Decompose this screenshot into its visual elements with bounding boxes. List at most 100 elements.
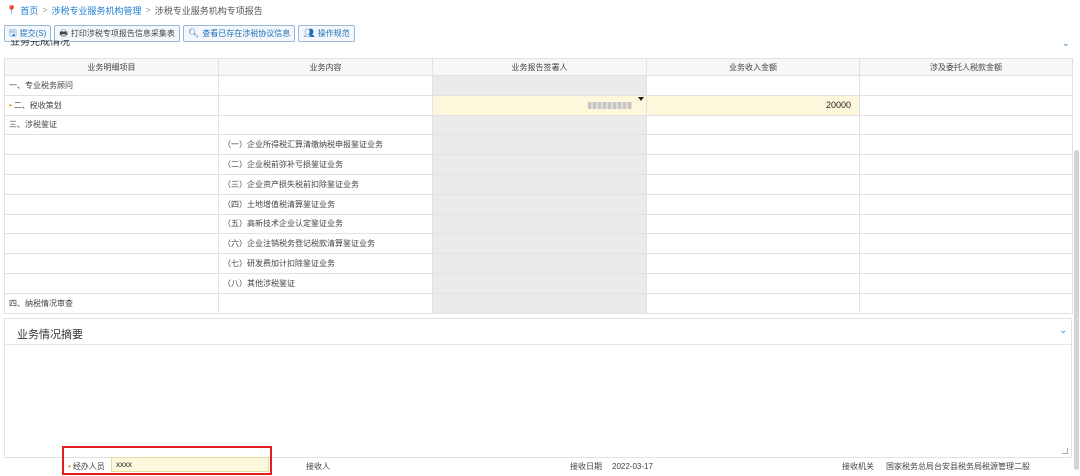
item-cell: 三、涉税鉴证 <box>4 114 219 136</box>
signer-cell <box>432 173 636 195</box>
income-input[interactable]: 20000 <box>646 94 860 116</box>
table-row: （二）企业税前弥补亏损鉴证业务 <box>4 154 1073 175</box>
tax-amount-cell[interactable] <box>859 193 1073 215</box>
receive-org-label: 接收机关 <box>842 461 874 471</box>
content-cell <box>218 75 433 96</box>
income-cell[interactable] <box>646 193 860 215</box>
signer-cell <box>432 134 636 156</box>
tax-amount-cell[interactable] <box>859 114 1073 136</box>
business-summary-panel: 业务情况摘要 ⌄ <box>4 318 1072 458</box>
signer-dropdown-cell <box>635 173 647 195</box>
breadcrumb-level1-link[interactable]: 涉税专业服务机构管理 <box>52 4 142 17</box>
highlight-annotation-box <box>62 446 272 475</box>
income-cell[interactable] <box>646 233 860 255</box>
tax-amount-cell[interactable] <box>859 134 1073 156</box>
column-header: 业务报告签署人 <box>432 58 647 76</box>
income-cell[interactable] <box>646 173 860 195</box>
table-row: 三、涉税鉴证 <box>4 114 1073 136</box>
income-cell[interactable] <box>646 292 860 314</box>
signer-dropdown-cell <box>635 193 647 215</box>
summary-title: 业务情况摘要 <box>17 329 83 341</box>
content-cell: （四）土地增值税清算鉴证业务 <box>218 193 433 215</box>
income-cell[interactable] <box>646 253 860 274</box>
item-cell: 一、专业税务顾问 <box>4 75 219 96</box>
required-marker: • <box>9 100 12 110</box>
signer-cell <box>432 154 636 175</box>
users-icon: 👥︎ <box>303 28 315 38</box>
table-row: （一）企业所得税汇算清缴纳税申报鉴证业务 <box>4 134 1073 156</box>
column-header: 业务明细项目 <box>4 58 219 76</box>
tax-amount-cell[interactable] <box>859 272 1073 294</box>
tax-amount-cell[interactable] <box>859 94 1073 116</box>
content-cell <box>218 114 433 136</box>
table-row: （八）其他涉税鉴证 <box>4 272 1073 294</box>
receive-date-value: 2022-03-17 <box>612 461 653 471</box>
tax-amount-cell[interactable] <box>859 154 1073 175</box>
table-header-row: 业务明细项目 业务内容 业务报告签署人 业务收入金额 涉及委托人税款金额 <box>4 58 1073 76</box>
signer-dropdown-cell <box>635 213 647 235</box>
table-row: （五）高新技术企业认定鉴证业务 <box>4 213 1073 235</box>
content-cell: （七）研发费加计扣除鉴证业务 <box>218 253 433 274</box>
content-cell: （六）企业注销税务登记税款清算鉴证业务 <box>218 233 433 255</box>
table-row: （三）企业资产损失税前扣除鉴证业务 <box>4 173 1073 195</box>
tax-amount-cell[interactable] <box>859 233 1073 255</box>
signer-dropdown-toggle[interactable] <box>635 94 647 116</box>
income-cell[interactable] <box>646 154 860 175</box>
income-cell[interactable] <box>646 114 860 136</box>
content-cell <box>218 292 433 314</box>
signer-cell <box>432 292 636 314</box>
item-cell <box>4 154 219 175</box>
tax-amount-cell[interactable] <box>859 173 1073 195</box>
chevron-down-icon[interactable]: ⌄ <box>1059 325 1067 336</box>
vertical-scrollbar[interactable] <box>1074 150 1079 470</box>
signer-cell <box>432 272 636 294</box>
business-detail-table: 业务明细项目 业务内容 业务报告签署人 业务收入金额 涉及委托人税款金额 一、专… <box>4 58 1073 314</box>
table-row: 四、纳税情况审查 <box>4 292 1073 314</box>
signer-cell <box>432 253 636 274</box>
resize-handle-icon[interactable] <box>1062 448 1068 454</box>
item-cell: 四、纳税情况审查 <box>4 292 219 314</box>
location-pin-icon: 📍 <box>6 4 18 15</box>
signer-cell <box>432 213 636 235</box>
breadcrumb-separator: > <box>42 5 48 15</box>
content-cell: （二）企业税前弥补亏损鉴证业务 <box>218 154 433 175</box>
chevron-down-icon[interactable]: ⌄ <box>1062 38 1070 49</box>
caret-down-icon <box>637 97 644 102</box>
content-cell: （三）企业资产损失税前扣除鉴证业务 <box>218 173 433 195</box>
income-cell[interactable] <box>646 75 860 96</box>
view-agreement-button[interactable]: 🔍︎ 查看已存在涉税协议信息 <box>182 25 296 42</box>
tax-amount-cell[interactable] <box>859 292 1073 314</box>
breadcrumb-home-link[interactable]: 首页 <box>20 4 38 17</box>
receive-org-value: 国家税务总局台安县税务局税源管理二股 <box>886 461 1030 471</box>
summary-textarea[interactable] <box>5 345 1071 457</box>
content-cell <box>218 94 433 116</box>
signer-dropdown-cell <box>635 233 647 255</box>
tax-amount-cell[interactable] <box>859 75 1073 96</box>
print-report-button[interactable]: 🖶 打印涉税专项报告信息采集表 <box>54 25 180 42</box>
signer-dropdown-cell <box>635 75 647 96</box>
redacted-signer-name <box>587 102 632 110</box>
breadcrumb: 📍 首页 > 涉税专业服务机构管理 > 涉税专业服务机构专项报告 <box>0 0 1080 20</box>
signer-dropdown-cell <box>635 134 647 156</box>
item-cell <box>4 272 219 294</box>
tax-amount-cell[interactable] <box>859 213 1073 235</box>
income-cell[interactable] <box>646 272 860 294</box>
operation-guide-button[interactable]: 👥︎ 操作规范 <box>298 25 355 42</box>
signer-dropdown-cell <box>635 253 647 274</box>
table-row: • 二、税收策划 20000 <box>4 94 1073 116</box>
breadcrumb-separator: > <box>145 5 151 15</box>
signer-select[interactable] <box>432 94 636 116</box>
signer-dropdown-cell <box>635 154 647 175</box>
table-row: （七）研发费加计扣除鉴证业务 <box>4 253 1073 274</box>
receive-date-label: 接收日期 <box>570 461 602 471</box>
signer-dropdown-cell <box>635 292 647 314</box>
item-cell <box>4 173 219 195</box>
receiver-label: 接收人 <box>306 461 330 471</box>
item-cell <box>4 134 219 156</box>
item-cell <box>4 253 219 274</box>
income-cell[interactable] <box>646 134 860 156</box>
table-row: （四）土地增值税清算鉴证业务 <box>4 193 1073 215</box>
income-cell[interactable] <box>646 213 860 235</box>
tax-amount-cell[interactable] <box>859 253 1073 274</box>
content-cell: （五）高新技术企业认定鉴证业务 <box>218 213 433 235</box>
